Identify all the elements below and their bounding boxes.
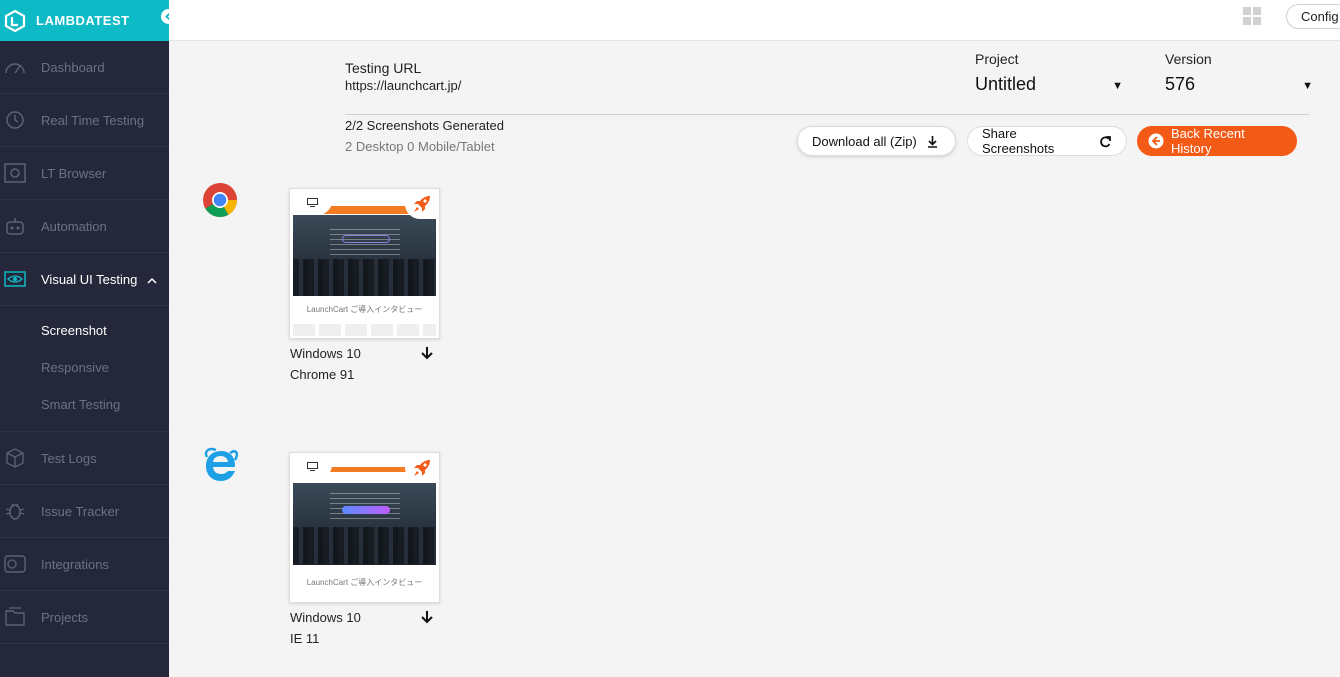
chevron-up-icon <box>147 272 157 287</box>
rocket-icon <box>414 460 430 476</box>
eye-icon <box>4 268 26 290</box>
sidebar: LAMBDATEST Dashboard Real Time Testing L… <box>0 0 178 677</box>
bug-icon <box>4 500 26 522</box>
clock-icon <box>4 109 26 131</box>
sidebar-item-label: Test Logs <box>41 450 97 466</box>
back-label: Back Recent History <box>1171 126 1245 156</box>
project-value: Untitled <box>975 74 1037 94</box>
integrations-icon <box>4 553 26 575</box>
config-button[interactable]: Config <box>1286 4 1340 29</box>
sidebar-item-projects[interactable]: Projects <box>0 591 169 644</box>
screenshot-caption: LaunchCart ご導入インタビュー <box>306 578 423 587</box>
version-value: 576 <box>1165 74 1196 94</box>
download-icon <box>926 135 939 148</box>
screenshot-thumbnail[interactable]: LaunchCart ご導入インタビュー <box>289 452 440 603</box>
sidebar-item-label: Dashboard <box>41 59 105 75</box>
screenshot-thumbnail[interactable]: LaunchCart ご導入インタビュー <box>289 188 440 339</box>
internet-explorer-icon <box>202 447 239 483</box>
desktop-badge <box>290 189 332 215</box>
sidebar-item-real-time-testing[interactable]: Real Time Testing <box>0 94 169 147</box>
desktop-icon <box>307 461 318 471</box>
sidebar-item-visual-ui-testing[interactable]: Visual UI Testing <box>0 253 169 306</box>
share-screenshots-button[interactable]: Share Screenshots <box>967 126 1127 156</box>
city-skyline-preview <box>293 259 436 296</box>
top-bar: Config <box>169 0 1340 41</box>
sidebar-item-label: Real Time Testing <box>41 112 145 128</box>
caret-down-icon: ▼ <box>1112 80 1123 92</box>
download-screenshot-icon[interactable] <box>420 346 434 360</box>
visual-ui-testing-submenu: Screenshot Responsive Smart Testing <box>0 306 169 432</box>
screenshots-generated-count: 2/2 Screenshots Generated <box>345 118 504 133</box>
sidebar-item-integrations[interactable]: Integrations <box>0 538 169 591</box>
screenshot-results: Testing URL https://launchcart.jp/ Proje… <box>169 41 1340 677</box>
dashboard-gauge-icon <box>4 56 26 78</box>
share-icon <box>1099 135 1112 148</box>
arrow-left-circle-icon <box>1148 133 1164 149</box>
lambdatest-logo-icon <box>4 9 26 32</box>
testing-url-value: https://launchcart.jp/ <box>345 78 462 93</box>
rocket-badge[interactable] <box>405 453 439 483</box>
sidebar-item-label: Issue Tracker <box>41 503 120 519</box>
sidebar-subitem-responsive[interactable]: Responsive <box>0 349 169 386</box>
sidebar-item-label: Automation <box>41 218 107 234</box>
sidebar-subitem-smart-testing[interactable]: Smart Testing <box>0 386 169 423</box>
sidebar-item-automation[interactable]: Automation <box>0 200 169 253</box>
caret-down-icon: ▼ <box>1302 80 1313 92</box>
share-label: Share Screenshots <box>982 126 1055 156</box>
sidebar-subitem-screenshot[interactable]: Screenshot <box>0 312 169 349</box>
robot-icon <box>4 215 26 237</box>
screenshot-os: Windows 10 <box>290 346 361 361</box>
download-all-label: Download all (Zip) <box>812 133 917 149</box>
rocket-badge[interactable] <box>405 189 439 219</box>
chrome-icon <box>202 182 238 218</box>
desktop-badge <box>290 453 332 479</box>
sidebar-item-label: Visual UI Testing <box>41 271 138 287</box>
sidebar-item-label: Projects <box>41 609 88 625</box>
testing-url-label: Testing URL <box>345 60 422 76</box>
screenshot-caption: LaunchCart ご導入インタビュー <box>306 305 423 314</box>
sidebar-item-label: Integrations <box>41 556 109 572</box>
screenshot-browser: IE 11 <box>290 631 320 646</box>
brand-header[interactable]: LAMBDATEST <box>0 0 178 41</box>
brand-name: LAMBDATEST <box>36 13 130 28</box>
cta-pill-preview <box>342 506 390 514</box>
desktop-icon <box>307 197 318 207</box>
rocket-icon <box>414 196 430 212</box>
sidebar-item-label: LT Browser <box>41 165 107 181</box>
sidebar-item-issue-tracker[interactable]: Issue Tracker <box>0 485 169 538</box>
download-all-zip-button[interactable]: Download all (Zip) <box>797 126 956 156</box>
hero-text-preview <box>330 229 400 259</box>
lt-browser-icon <box>4 162 26 184</box>
cube-icon <box>4 447 26 469</box>
sidebar-item-dashboard[interactable]: Dashboard <box>0 41 169 94</box>
apps-grid-icon[interactable] <box>1243 7 1261 25</box>
article-row-preview <box>293 324 436 336</box>
version-label: Version <box>1165 51 1212 67</box>
device-breakdown: 2 Desktop 0 Mobile/Tablet <box>345 139 495 154</box>
sidebar-item-test-logs[interactable]: Test Logs <box>0 432 169 485</box>
download-screenshot-icon[interactable] <box>420 610 434 624</box>
version-dropdown[interactable]: 576 ▼ <box>1165 74 1317 98</box>
cta-pill-preview <box>342 235 390 243</box>
project-label: Project <box>975 51 1019 67</box>
screenshot-os: Windows 10 <box>290 610 361 625</box>
sidebar-item-lt-browser[interactable]: LT Browser <box>0 147 169 200</box>
back-recent-history-button[interactable]: Back Recent History <box>1137 126 1297 156</box>
city-skyline-preview <box>293 527 436 564</box>
folder-icon <box>4 606 26 628</box>
screenshot-browser: Chrome 91 <box>290 367 355 382</box>
divider <box>345 114 1309 115</box>
project-dropdown[interactable]: Untitled ▼ <box>975 74 1127 98</box>
